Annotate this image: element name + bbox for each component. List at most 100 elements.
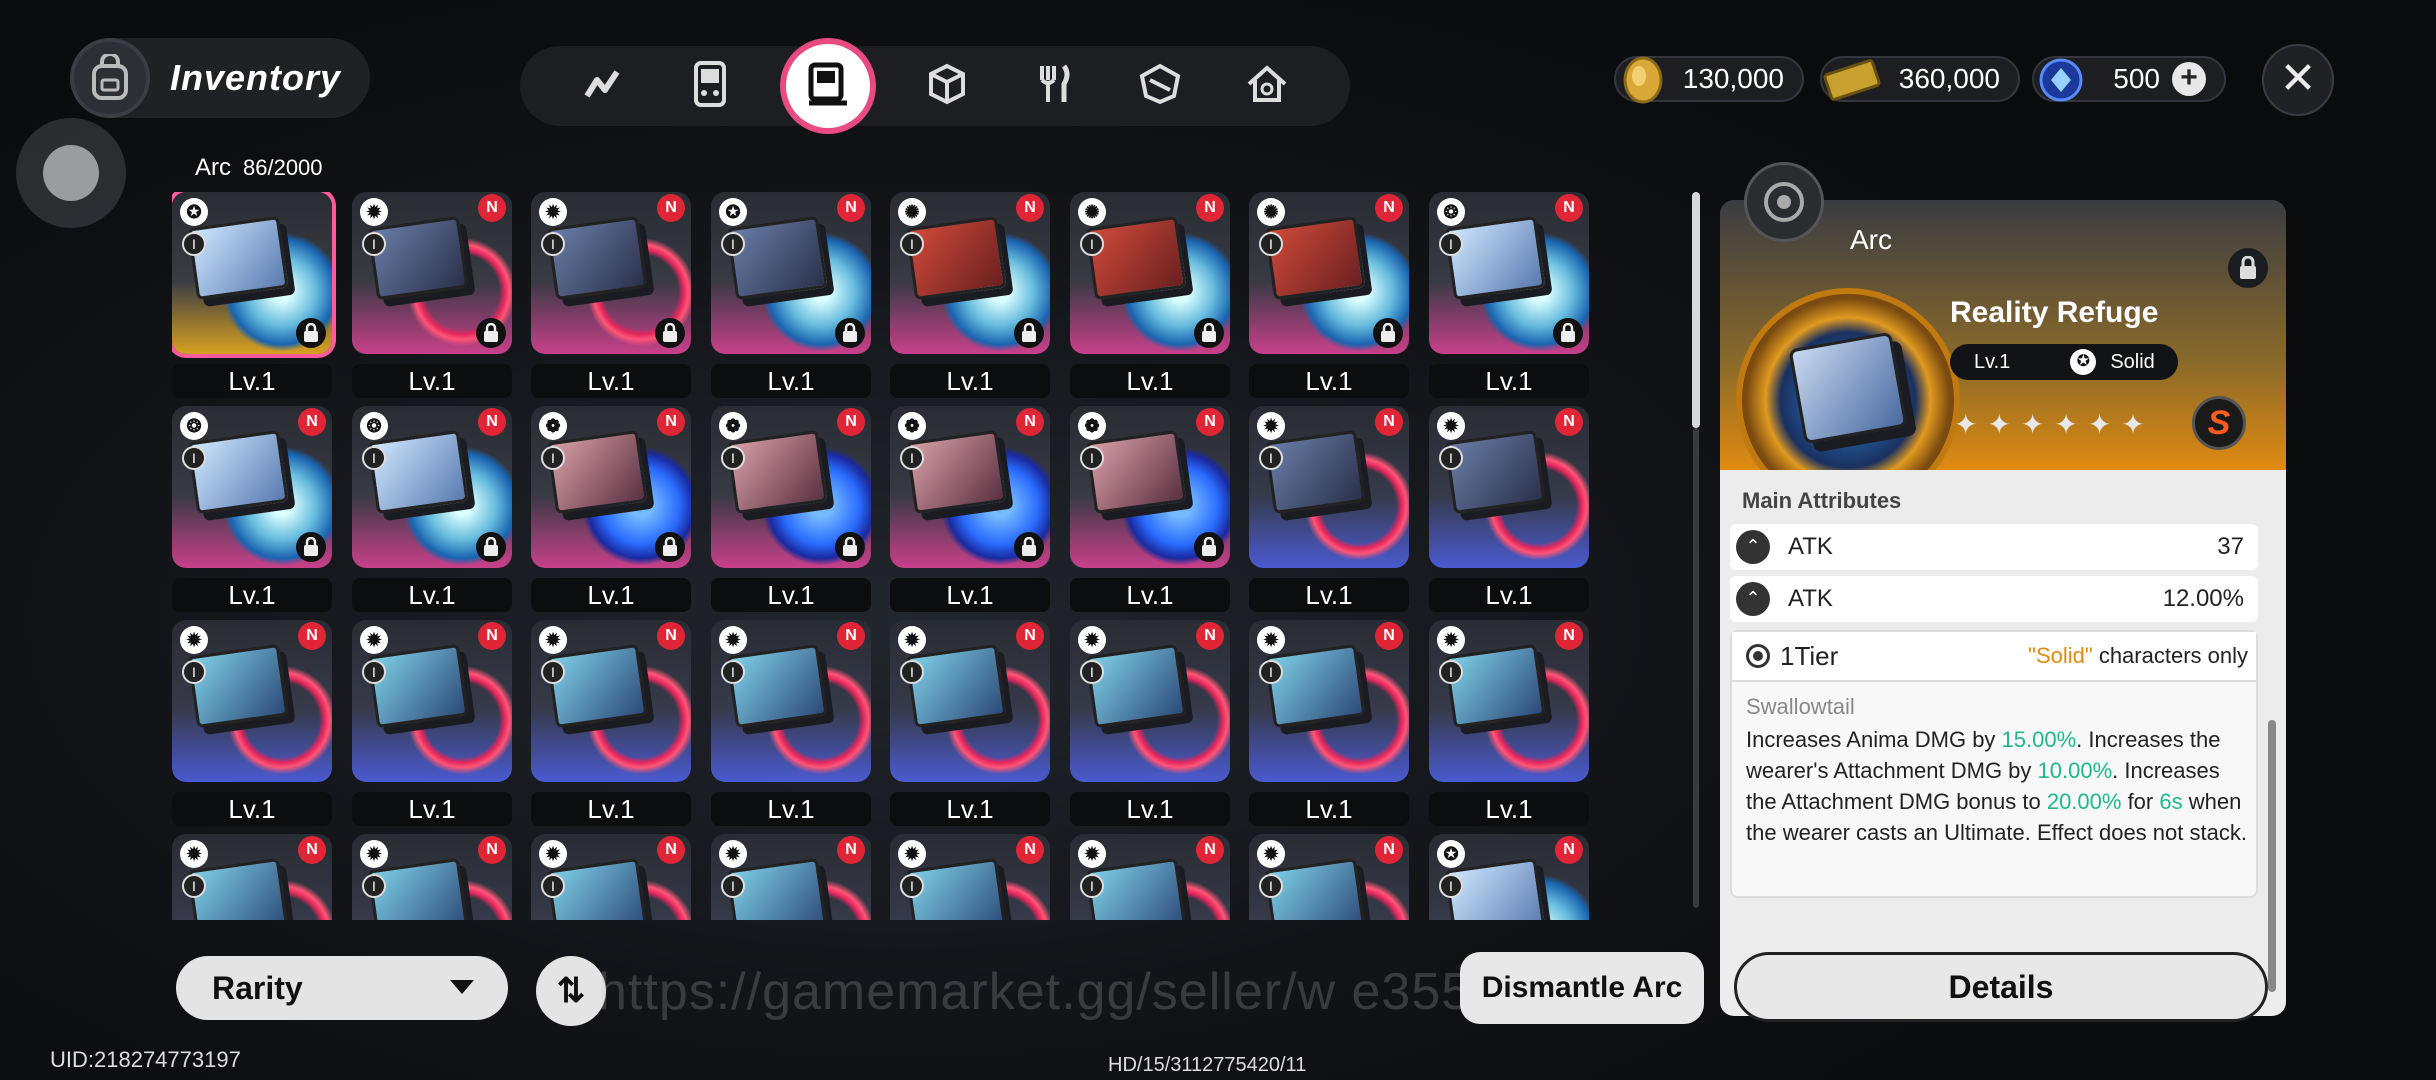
arc-icon xyxy=(803,59,853,114)
lock-icon xyxy=(835,318,865,348)
tier-badge: I xyxy=(900,874,924,898)
attribute-value: 12.00% xyxy=(2162,585,2244,612)
arc-item[interactable]: ✹ N I xyxy=(711,834,871,920)
effect-tier: 1Tier xyxy=(1780,640,1839,671)
tab-home[interactable] xyxy=(1237,56,1297,116)
close-button[interactable]: ✕ xyxy=(2262,44,2334,116)
rarity-filter-dropdown[interactable]: Rarity xyxy=(176,956,508,1020)
arc-artwork xyxy=(1264,643,1366,729)
detail-kind: Arc xyxy=(1850,224,1892,255)
new-badge: N xyxy=(1375,622,1403,650)
tab-food[interactable] xyxy=(1024,56,1084,116)
element-icon: ✹ xyxy=(719,840,747,868)
item-level: Lv.1 xyxy=(1429,792,1589,826)
element-icon: ✪ xyxy=(180,198,208,226)
arc-item[interactable]: ✹ N I xyxy=(352,834,512,920)
tier-badge: I xyxy=(1259,446,1283,470)
arc-item[interactable]: ✹ N I Lv.1 xyxy=(1429,406,1589,619)
attribute-name: ATK xyxy=(1788,533,1833,560)
arc-item[interactable]: ✹ N I xyxy=(172,834,332,920)
detail-scrollbar[interactable] xyxy=(2268,720,2276,992)
floating-joystick-button[interactable] xyxy=(16,118,126,228)
tab-materials[interactable] xyxy=(917,56,977,116)
arc-item[interactable]: ✹ N I Lv.1 xyxy=(1070,620,1230,833)
new-badge: N xyxy=(657,836,685,864)
arc-artwork xyxy=(1264,215,1366,301)
arc-item[interactable]: ✹ N I xyxy=(531,834,691,920)
arc-artwork xyxy=(1264,429,1366,515)
arc-item[interactable]: ✹ N I Lv.1 xyxy=(352,192,512,405)
arc-item[interactable]: ✹ N I xyxy=(1249,834,1409,920)
grid-scrollbar-track[interactable] xyxy=(1693,428,1699,908)
arc-item[interactable]: ✹ N I Lv.1 xyxy=(531,192,691,405)
effect-text: Increases Anima DMG by xyxy=(1746,727,2002,752)
dismantle-arc-button[interactable]: Dismantle Arc xyxy=(1460,952,1704,1024)
sort-order-button[interactable]: ⇅ xyxy=(536,956,606,1026)
arc-item[interactable]: ✹ N I Lv.1 xyxy=(352,620,512,833)
arc-card: ✹ N I xyxy=(531,834,691,920)
element-icon: ❁ xyxy=(898,412,926,440)
arc-item[interactable]: ✺ N I Lv.1 xyxy=(1249,192,1409,405)
arc-card: ✹ N I xyxy=(172,620,332,782)
element-icon: ✹ xyxy=(360,626,388,654)
element-icon: ✹ xyxy=(719,626,747,654)
arc-item[interactable]: ✹ N I Lv.1 xyxy=(1249,620,1409,833)
arc-artwork xyxy=(905,215,1007,301)
details-button[interactable]: Details xyxy=(1734,952,2268,1022)
arc-item[interactable]: ✹ N I xyxy=(890,834,1050,920)
arc-item[interactable]: ✹ N I Lv.1 xyxy=(172,620,332,833)
arc-item[interactable]: ✪ N I xyxy=(1429,834,1589,920)
backpack-icon[interactable] xyxy=(70,38,150,118)
tier-badge: I xyxy=(541,232,565,256)
arc-item[interactable]: ✪ I Lv.1 xyxy=(172,192,332,405)
item-level: Lv.1 xyxy=(1070,364,1230,398)
inventory-count: Arc 86/2000 xyxy=(195,154,323,182)
tab-arc[interactable] xyxy=(786,44,871,128)
grid-scrollbar-thumb[interactable] xyxy=(1692,192,1700,428)
arc-item[interactable]: ✹ N I Lv.1 xyxy=(890,620,1050,833)
arc-item[interactable]: ❂ N I Lv.1 xyxy=(1429,192,1589,405)
arc-item[interactable]: ✹ N I xyxy=(1070,834,1230,920)
arc-card: ✺ N I xyxy=(890,192,1050,354)
arc-item[interactable]: ❁ N I Lv.1 xyxy=(531,406,691,619)
lock-icon xyxy=(655,532,685,562)
tab-items[interactable] xyxy=(1130,56,1190,116)
tab-devices[interactable] xyxy=(680,56,740,116)
item-level: Lv.1 xyxy=(1429,364,1589,398)
arc-artwork xyxy=(1444,215,1546,301)
item-level: Lv.1 xyxy=(531,578,691,612)
new-badge: N xyxy=(298,836,326,864)
arc-artwork xyxy=(726,429,828,515)
arc-item[interactable]: ❂ N I Lv.1 xyxy=(172,406,332,619)
lock-icon[interactable] xyxy=(2228,248,2268,288)
currency-gold: 130,000 xyxy=(1614,56,1804,104)
arc-item[interactable]: ✺ N I Lv.1 xyxy=(890,192,1050,405)
cube-icon xyxy=(925,62,969,111)
arc-item[interactable]: ❁ N I Lv.1 xyxy=(711,406,871,619)
arc-item[interactable]: ✹ N I Lv.1 xyxy=(1249,406,1409,619)
arc-item[interactable]: ❁ N I Lv.1 xyxy=(890,406,1050,619)
tier-badge: I xyxy=(1080,446,1104,470)
arc-item[interactable]: ✹ N I Lv.1 xyxy=(1429,620,1589,833)
arc-grid: ✪ I Lv.1 ✹ N I Lv.1 ✹ N I Lv.1 ✪ N I Lv.1 ✺ N I Lv.1 ✺ N I Lv.… xyxy=(172,192,1596,920)
arc-card: ✹ N I xyxy=(890,834,1050,920)
tier-badge: I xyxy=(900,446,924,470)
tab-stats[interactable] xyxy=(573,56,633,116)
new-badge: N xyxy=(837,408,865,436)
arc-card: ✪ I xyxy=(172,192,332,354)
arc-level-element: Lv.1 ✪ Solid xyxy=(1950,344,2178,380)
item-level: Lv.1 xyxy=(890,578,1050,612)
new-badge: N xyxy=(1016,194,1044,222)
tier-badge: I xyxy=(1439,874,1463,898)
gameboy-icon xyxy=(690,60,730,112)
arc-card: ✹ N I xyxy=(1429,406,1589,568)
arc-level: Lv.1 xyxy=(1974,350,2011,373)
attribute-value: 37 xyxy=(2217,533,2244,560)
arc-item[interactable]: ❂ N I Lv.1 xyxy=(352,406,512,619)
arc-item[interactable]: ❁ N I Lv.1 xyxy=(1070,406,1230,619)
arc-item[interactable]: ✪ N I Lv.1 xyxy=(711,192,871,405)
arc-item[interactable]: ✹ N I Lv.1 xyxy=(711,620,871,833)
arc-item[interactable]: ✺ N I Lv.1 xyxy=(1070,192,1230,405)
arc-item[interactable]: ✹ N I Lv.1 xyxy=(531,620,691,833)
add-crystals-button[interactable]: + xyxy=(2172,62,2206,96)
